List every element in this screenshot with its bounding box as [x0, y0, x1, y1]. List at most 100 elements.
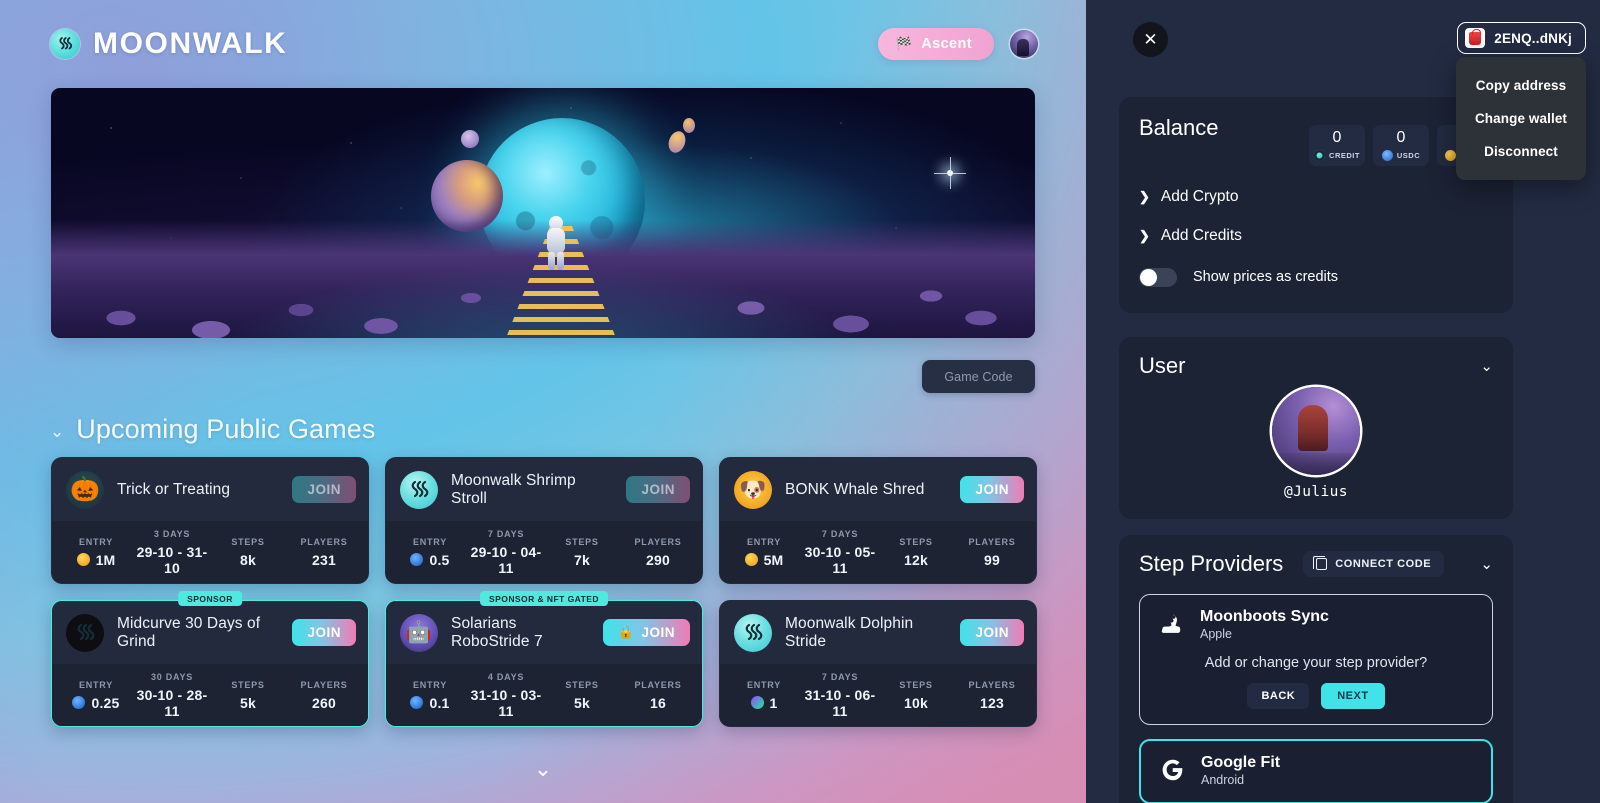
add-crypto-expander[interactable]: ❯ Add Crypto — [1139, 188, 1493, 206]
stat-value: 5k — [240, 694, 256, 711]
stat-value: 290 — [646, 551, 670, 568]
game-code-input[interactable]: Game Code — [922, 360, 1035, 393]
balance-chip-usdc[interactable]: 0 USDC — [1373, 125, 1429, 166]
join-label: JOIN — [641, 625, 675, 640]
back-button[interactable]: BACK — [1247, 682, 1310, 709]
user-handle: @Julius — [1284, 484, 1348, 500]
add-credits-expander[interactable]: ❯ Add Credits — [1139, 227, 1493, 245]
stat-value: 29-10 - 04-11 — [470, 543, 542, 576]
wallet-dropdown-menu: Copy address Change wallet Disconnect — [1456, 57, 1586, 180]
connect-code-button[interactable]: CONNECT CODE — [1303, 551, 1445, 577]
game-card-wrapper: SPONSOR Midcurve 30 Days of Grind JOIN ENTR… — [51, 591, 369, 727]
connect-code-label: CONNECT CODE — [1335, 558, 1432, 570]
stat-entry: ENTRY 5M — [726, 537, 802, 568]
game-title: Moonwalk Dolphin Stride — [785, 614, 914, 650]
game-card[interactable]: Moonwalk Shrimp Stroll JOIN ENTRY 0.5 7 DAYS… — [385, 457, 703, 584]
stat-label: ENTRY — [79, 536, 113, 547]
moonboot-icon — [1156, 609, 1187, 640]
moonwalk-logo-icon — [50, 29, 80, 59]
stat-value: 123 — [980, 694, 1004, 711]
game-card-wrapper: SPONSOR & NFT GATED 🤖 Solarians RoboStride… — [385, 591, 703, 727]
stat-label: STEPS — [899, 679, 933, 690]
chip-name: USDC — [1396, 150, 1421, 160]
game-stats: ENTRY 1M 3 DAYS 29-10 - 31-10 STEPS 8k PLAYERS… — [52, 521, 368, 583]
join-button[interactable]: JOIN — [292, 476, 356, 503]
stat-label: STEPS — [565, 679, 599, 690]
scroll-down-icon[interactable]: ⌄ — [0, 758, 1086, 780]
game-card-wrapper: 🎃 Trick or Treating JOIN ENTRY 1M 3 DAYS 29-10… — [51, 457, 369, 584]
chevron-down-icon[interactable]: ⌄ — [1480, 555, 1493, 573]
join-button[interactable]: JOIN — [960, 619, 1024, 646]
provider-header: Moonboots Sync Apple — [1156, 608, 1476, 641]
join-label: JOIN — [307, 482, 341, 497]
astronaut-icon — [545, 216, 567, 270]
add-credits-label: Add Credits — [1160, 226, 1242, 244]
stat-steps: STEPS 12k — [878, 537, 954, 568]
page-title: Upcoming Public Games — [76, 414, 376, 444]
join-label: JOIN — [975, 625, 1009, 640]
join-button[interactable]: JOIN — [292, 619, 356, 646]
game-title: Solarians RoboStride 7 — [451, 614, 543, 650]
close-icon[interactable]: ✕ — [1133, 22, 1168, 57]
brand-name: MOONWALK — [93, 27, 288, 60]
stat-value: 5M — [726, 552, 802, 568]
game-card[interactable]: Midcurve 30 Days of Grind JOIN ENTRY 0.25 30… — [51, 600, 369, 727]
stat-value: 12k — [904, 551, 928, 568]
step-providers-title: Step Providers — [1139, 551, 1284, 576]
entry-amount: 1M — [95, 551, 116, 568]
show-prices-as-credits-toggle[interactable] — [1139, 267, 1177, 287]
avatar[interactable] — [1272, 387, 1360, 475]
stat-label: 4 DAYS — [487, 671, 525, 682]
stat-steps: STEPS 8k — [210, 537, 286, 568]
game-card[interactable]: 🎃 Trick or Treating JOIN ENTRY 1M 3 DAYS 29-10… — [51, 457, 369, 584]
stat-entry: ENTRY 1 — [726, 680, 802, 711]
chip-name: CREDIT — [1329, 150, 1360, 160]
chevron-down-icon[interactable]: ⌄ — [1480, 357, 1493, 375]
game-card[interactable]: 🐶 BONK Whale Shred JOIN ENTRY 5M 7 DAYS 30-10 … — [719, 457, 1037, 584]
status-badge: SPONSOR & NFT GATED — [480, 591, 608, 606]
stat-value: 8k — [240, 551, 256, 568]
brand-logo[interactable]: MOONWALK — [50, 27, 287, 61]
join-button[interactable]: JOIN — [626, 476, 690, 503]
game-title: Trick or Treating — [117, 480, 231, 498]
usdc-coin-icon — [72, 696, 86, 709]
menu-item-copy-address[interactable]: Copy address — [1456, 69, 1586, 102]
ascent-button[interactable]: 🏁 Ascent — [877, 28, 994, 60]
bonk-dog-icon: 🐶 — [734, 470, 772, 509]
stat-label: PLAYERS — [634, 679, 682, 690]
game-title: Moonwalk Shrimp Stroll — [451, 471, 576, 507]
avatar[interactable] — [1010, 30, 1038, 58]
next-button[interactable]: NEXT — [1321, 682, 1385, 709]
header-actions: 🏁 Ascent — [877, 28, 1038, 60]
balance-chip-credit[interactable]: 0 CREDIT — [1309, 125, 1365, 166]
stat-value: 29-10 - 31-10 — [136, 543, 208, 576]
game-card[interactable]: 🤖 Solarians RoboStride 7 🔒 JOIN ENTRY 0.1 4 DA… — [385, 600, 703, 727]
stat-label: PLAYERS — [300, 536, 348, 547]
stat-steps: STEPS 5k — [544, 680, 620, 711]
join-label: JOIN — [641, 482, 675, 497]
join-button[interactable]: 🔒 JOIN — [603, 619, 690, 646]
bonk-coin-icon — [744, 553, 758, 566]
stat-label: 3 DAYS — [153, 528, 191, 539]
ascent-label: Ascent — [921, 36, 972, 52]
stat-value: 0.5 — [392, 552, 468, 568]
moonwalk-logo-icon — [734, 613, 772, 652]
stat-value: 30-10 - 28-11 — [136, 686, 208, 719]
stat-value: 16 — [650, 694, 666, 711]
provider-platform: Android — [1201, 772, 1245, 787]
google-g-icon — [1157, 755, 1188, 786]
stat-duration: 7 DAYS 30-10 - 05-11 — [802, 529, 878, 576]
game-card-header: 🤖 Solarians RoboStride 7 🔒 JOIN — [386, 601, 702, 664]
provider-header: Google Fit Android — [1157, 754, 1475, 787]
provider-google-fit[interactable]: Google Fit Android — [1139, 738, 1493, 803]
game-card[interactable]: Moonwalk Dolphin Stride JOIN ENTRY 1 7 DAYS 3… — [719, 600, 1037, 727]
menu-item-change-wallet[interactable]: Change wallet — [1456, 102, 1586, 135]
provider-moonboots-sync[interactable]: Moonboots Sync Apple Add or change your … — [1139, 594, 1493, 725]
stat-value: 5k — [574, 694, 590, 711]
game-stats: ENTRY 1 7 DAYS 31-10 - 06-11 STEPS 10k PLAYERS… — [720, 664, 1036, 726]
chevron-down-icon[interactable]: ⌄ — [50, 423, 64, 440]
wallet-address-button[interactable]: 2ENQ..dNKj — [1457, 22, 1586, 54]
moonwalk-logo-icon — [400, 470, 438, 509]
menu-item-disconnect[interactable]: Disconnect — [1456, 135, 1586, 168]
join-button[interactable]: JOIN — [960, 476, 1024, 503]
